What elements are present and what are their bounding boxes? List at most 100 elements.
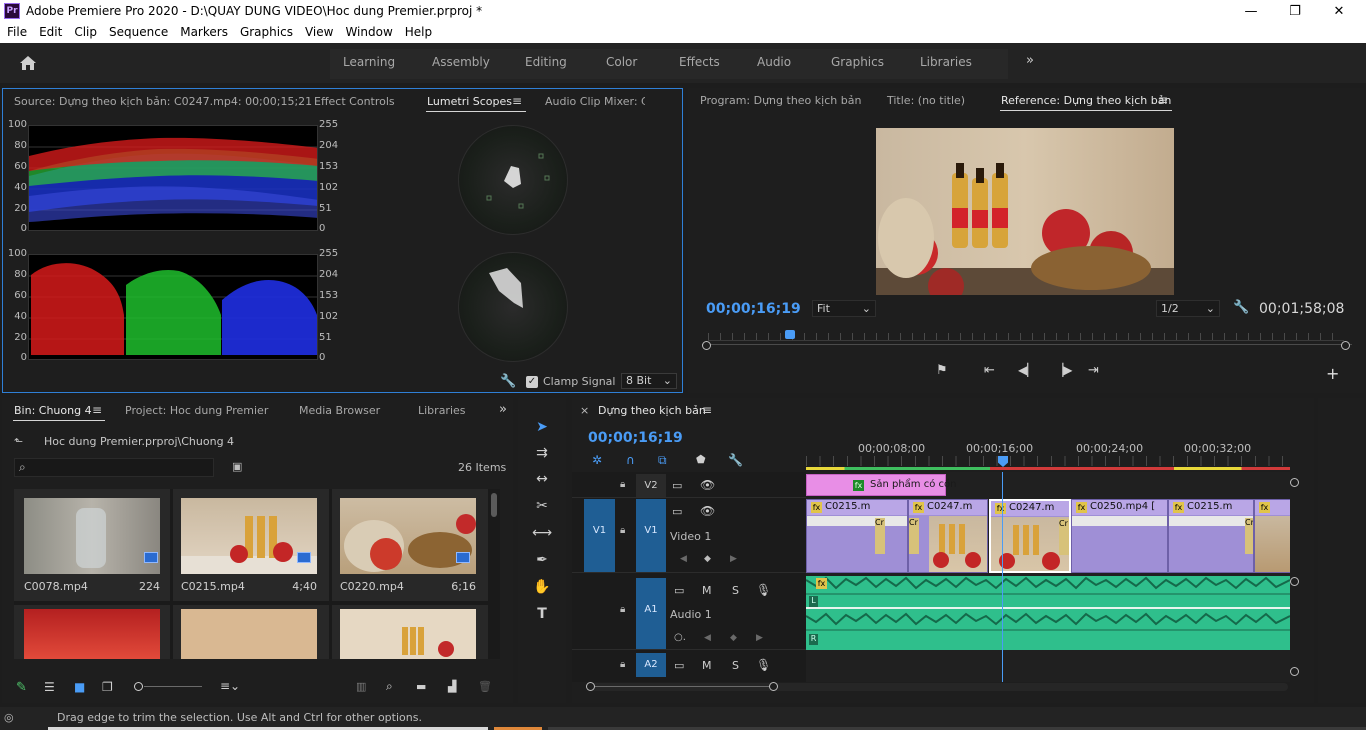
timeline-scrollbar[interactable]: [586, 683, 1288, 691]
video-clip[interactable]: C0247.m fx Cr: [908, 499, 988, 573]
timeline-timecode[interactable]: 00;00;16;19: [588, 430, 683, 446]
tab-libraries[interactable]: Libraries: [418, 404, 466, 417]
type-tool-icon[interactable]: T: [531, 603, 553, 625]
add-keyframe-icon[interactable]: ◆: [704, 554, 711, 564]
zoom-select[interactable]: Fit ⌄: [812, 300, 876, 317]
menu-window[interactable]: Window: [345, 23, 392, 41]
snap-icon[interactable]: ∩: [626, 453, 635, 467]
step-back-icon[interactable]: ◀▏: [1018, 363, 1036, 377]
sync-lock-icon[interactable]: ▭: [672, 479, 682, 492]
solo-button[interactable]: S: [732, 584, 739, 597]
track-target-a2[interactable]: A2: [636, 653, 666, 677]
bin-item[interactable]: C0220.mp4 6;16: [332, 489, 488, 601]
go-to-out-icon[interactable]: ⇥: [1088, 363, 1099, 378]
ripple-edit-tool-icon[interactable]: ↔: [531, 468, 553, 490]
timeline-settings-icon[interactable]: 🔧: [728, 453, 743, 467]
linked-selection-icon[interactable]: ⧉: [658, 453, 667, 468]
tab-project[interactable]: Project: Hoc dung Premier: [125, 404, 268, 417]
workspace-effects[interactable]: Effects: [679, 55, 720, 69]
bin-search-input[interactable]: ⌕: [14, 458, 214, 477]
list-view-icon[interactable]: ☰: [44, 680, 55, 694]
prev-keyframe-icon[interactable]: ◀: [680, 554, 687, 564]
panel-menu-icon[interactable]: ≡: [1158, 93, 1168, 107]
mute-button[interactable]: M: [702, 584, 712, 597]
workspace-color[interactable]: Color: [606, 55, 637, 69]
clamp-signal-checkbox[interactable]: ✓: [526, 376, 538, 388]
hand-tool-icon[interactable]: ✋: [531, 576, 553, 598]
menu-view[interactable]: View: [305, 23, 333, 41]
timeline-tracks-area[interactable]: fx Sản phẩm có cồn C0215.m fx Cr C0247.m…: [806, 472, 1290, 682]
zoom-slider[interactable]: [144, 686, 202, 687]
go-to-in-icon[interactable]: ⇤: [984, 363, 995, 378]
sort-icon[interactable]: ≡⌄: [220, 679, 240, 693]
tab-title[interactable]: Title: (no title): [887, 94, 965, 107]
close-button[interactable]: ✕: [1316, 2, 1362, 21]
new-item-icon[interactable]: ▟: [448, 680, 456, 693]
home-icon[interactable]: [19, 55, 37, 71]
tab-effect-controls[interactable]: Effect Controls: [314, 95, 395, 108]
tab-lumetri-scopes[interactable]: Lumetri Scopes: [427, 95, 512, 108]
menu-markers[interactable]: Markers: [180, 23, 228, 41]
audio-clip[interactable]: fx L R: [806, 576, 1290, 650]
lock-icon[interactable]: 🔒︎: [620, 659, 625, 670]
bin-item[interactable]: [14, 605, 170, 659]
track-select-tool-icon[interactable]: ⇉: [531, 442, 553, 464]
track-target-a1[interactable]: A1: [636, 578, 666, 649]
tab-source[interactable]: Source: Dựng theo kịch bản: C0247.mp4: 0…: [14, 95, 312, 108]
restore-button[interactable]: ❐: [1272, 2, 1318, 21]
prev-keyframe-icon[interactable]: ◀: [704, 633, 711, 643]
tab-sequence[interactable]: Dựng theo kịch bản: [598, 404, 706, 417]
transition[interactable]: Cr: [1059, 519, 1069, 555]
menu-graphics[interactable]: Graphics: [240, 23, 293, 41]
next-keyframe-icon[interactable]: ▶: [730, 554, 737, 564]
mute-button[interactable]: M: [702, 659, 712, 672]
more-tabs-icon[interactable]: »: [499, 402, 507, 417]
step-forward-icon[interactable]: ▕▶: [1054, 363, 1072, 377]
lock-icon[interactable]: 🔒︎: [620, 525, 625, 536]
video-clip[interactable]: C0250.mp4 [ fx: [1071, 499, 1168, 573]
folder-up-icon[interactable]: ⬑: [14, 435, 23, 448]
razor-tool-icon[interactable]: ✂: [531, 495, 553, 517]
workspace-editing[interactable]: Editing: [525, 55, 567, 69]
panel-menu-icon[interactable]: ≡: [92, 403, 102, 417]
menu-clip[interactable]: Clip: [74, 23, 97, 41]
menu-file[interactable]: File: [7, 23, 27, 41]
tab-bin[interactable]: Bin: Chuong 4: [14, 404, 92, 417]
microphone-icon[interactable]: 🎙︎: [756, 658, 771, 672]
scroll-handle-right[interactable]: [769, 682, 778, 691]
lock-icon[interactable]: 🔒︎: [620, 479, 625, 490]
eye-icon[interactable]: 👁︎: [700, 504, 715, 518]
scroll-handle-left[interactable]: [586, 682, 595, 691]
solo-button[interactable]: S: [732, 659, 739, 672]
panel-menu-icon[interactable]: ≡: [702, 403, 712, 417]
panel-menu-icon[interactable]: ≡: [512, 94, 522, 108]
sync-lock-icon[interactable]: ▭: [674, 584, 684, 597]
program-time-ruler[interactable]: [708, 333, 1344, 341]
eye-icon[interactable]: 👁︎: [700, 478, 715, 492]
timeline-ruler[interactable]: [806, 456, 1290, 466]
v-zoom-handle[interactable]: [1290, 478, 1299, 487]
workspace-graphics[interactable]: Graphics: [831, 55, 884, 69]
more-workspaces-icon[interactable]: »: [1026, 53, 1034, 68]
bin-item[interactable]: C0215.mp4 4;40: [173, 489, 329, 601]
settings-wrench-icon[interactable]: 🔧: [1233, 300, 1249, 315]
video-clip[interactable]: C0215.m fx Cr: [1168, 499, 1254, 573]
v-zoom-handle[interactable]: [1290, 667, 1299, 676]
video-clip[interactable]: C0215.m fx Cr: [806, 499, 908, 573]
slip-tool-icon[interactable]: ⟷: [531, 522, 553, 544]
minimize-button[interactable]: —: [1228, 2, 1274, 21]
track-target-v1[interactable]: V1: [636, 499, 666, 572]
v-zoom-handle[interactable]: [1290, 577, 1299, 586]
menu-sequence[interactable]: Sequence: [109, 23, 168, 41]
tab-reference[interactable]: Reference: Dựng theo kịch bản: [1001, 94, 1171, 107]
track-target-v2[interactable]: V2: [636, 474, 666, 497]
trash-icon[interactable]: 🗑: [478, 680, 492, 693]
program-timecode[interactable]: 00;00;16;19: [706, 301, 801, 317]
sync-lock-icon[interactable]: ▭: [672, 505, 682, 518]
video-clip[interactable]: fx: [1254, 499, 1290, 573]
bit-depth-select[interactable]: 8 Bit ⌄: [621, 373, 677, 389]
button-editor-plus-icon[interactable]: +: [1326, 364, 1339, 383]
title-clip[interactable]: fx Sản phẩm có cồn: [806, 474, 956, 496]
nest-toggle-icon[interactable]: ✲: [592, 453, 602, 467]
tab-media-browser[interactable]: Media Browser: [299, 404, 380, 417]
